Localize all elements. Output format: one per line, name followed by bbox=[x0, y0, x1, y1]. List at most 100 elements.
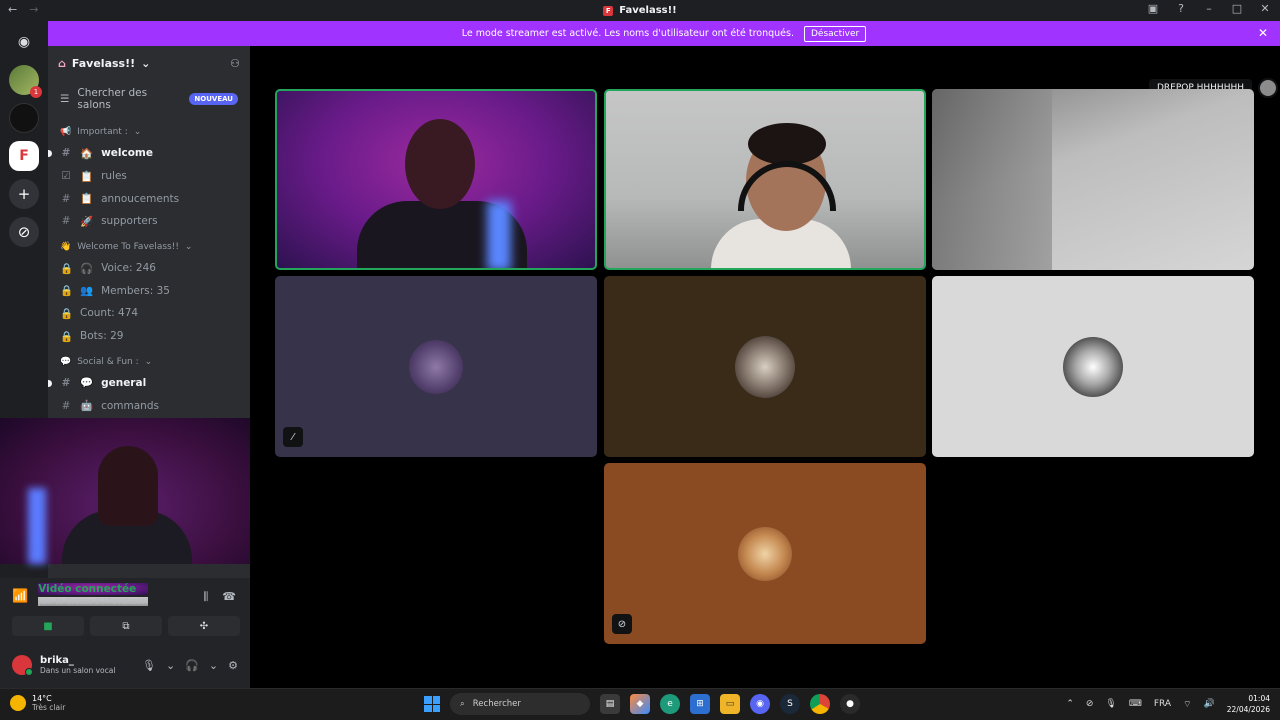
wifi-icon[interactable]: ⌔ bbox=[1183, 699, 1191, 710]
channel-category[interactable]: 💬 Social & Fun : ⌄ bbox=[48, 352, 250, 372]
search-label: Chercher des salons bbox=[77, 87, 148, 111]
channel-name: rules bbox=[101, 170, 127, 183]
category-label: Welcome To Favelass!! bbox=[77, 241, 179, 252]
server-header[interactable]: ⌂ Favelass!! ⌄ ⚇ bbox=[48, 46, 250, 80]
person-head bbox=[405, 119, 475, 209]
channel-item[interactable]: # 💬 general bbox=[48, 372, 250, 395]
forward-arrow-icon[interactable]: → bbox=[29, 3, 38, 16]
banner-message: Le mode streamer est activé. Les noms d'… bbox=[461, 28, 794, 39]
channel-name: commands bbox=[101, 399, 159, 412]
discord-home-icon[interactable]: ◉ bbox=[9, 27, 39, 57]
user-status: Dans un salon vocal bbox=[40, 666, 116, 675]
file-explorer-icon[interactable]: ▭ bbox=[720, 694, 740, 714]
voice-channel-name[interactable]: Join to Create 2 / Favelass!! bbox=[38, 597, 149, 606]
microphone-icon[interactable]: 🎙 bbox=[142, 659, 156, 672]
channel-item[interactable]: # 📋 annoucements bbox=[48, 187, 250, 210]
maximize-icon[interactable]: □ bbox=[1230, 2, 1244, 15]
back-arrow-icon[interactable]: ← bbox=[8, 3, 17, 16]
microphone-icon[interactable]: 🎙 bbox=[1105, 699, 1116, 709]
channel-name: annoucements bbox=[101, 192, 180, 205]
headphones-icon[interactable]: 🎧 bbox=[185, 659, 199, 672]
close-icon[interactable]: ✕ bbox=[1258, 2, 1272, 15]
disable-streamer-button[interactable]: Désactiver bbox=[803, 25, 867, 42]
video-tile[interactable] bbox=[604, 89, 926, 270]
channel-item[interactable]: # 🤖 commands bbox=[48, 394, 250, 417]
video-tile[interactable]: ⊘ bbox=[604, 463, 926, 644]
video-tile[interactable] bbox=[932, 89, 1254, 270]
hash-icon: # bbox=[61, 215, 71, 228]
lock-icon: 🔒 bbox=[60, 262, 74, 275]
video-tile[interactable]: ⁄ bbox=[275, 276, 597, 457]
channel-item[interactable]: ☑ 📋 rules bbox=[48, 165, 250, 188]
category-emoji: 💬 bbox=[60, 356, 72, 367]
screen-share-button[interactable]: ⧉ bbox=[90, 616, 162, 636]
keyboard-icon[interactable]: ⌨ bbox=[1129, 699, 1142, 709]
channel-item[interactable]: # 🚀 supporters bbox=[48, 210, 250, 233]
server-icon-active[interactable]: F bbox=[9, 141, 39, 171]
clock-date: 22/04/2026 bbox=[1226, 705, 1270, 714]
close-icon[interactable]: ✕ bbox=[1258, 26, 1268, 40]
avatar[interactable] bbox=[12, 655, 33, 676]
channel-item[interactable]: 🔒 🎧 Voice: 246 bbox=[48, 257, 250, 280]
network-icon[interactable]: ⊘ bbox=[1086, 699, 1094, 709]
chevron-down-icon: ⌄ bbox=[133, 127, 142, 137]
channel-emoji: 📋 bbox=[80, 193, 94, 206]
video-tile[interactable] bbox=[275, 89, 597, 270]
discord-icon[interactable]: ◉ bbox=[750, 694, 770, 714]
channel-item[interactable]: 🔒 Count: 474 bbox=[48, 302, 250, 325]
steam-icon[interactable]: S bbox=[780, 694, 800, 714]
server-icon[interactable]: 1 bbox=[9, 65, 42, 98]
chevron-down-icon[interactable]: ⌄ bbox=[209, 659, 218, 672]
lock-icon: 🔒 bbox=[60, 330, 74, 343]
taskbar-apps: ⌕ Rechercher ▤ ◆ e ⊞ ▭ ◉ S ● bbox=[424, 693, 860, 715]
server-icon[interactable] bbox=[9, 103, 39, 133]
channel-emoji: 👥 bbox=[80, 285, 94, 298]
settings-gear-icon[interactable]: ⚙ bbox=[228, 659, 238, 672]
window-title-text: Favelass!! bbox=[619, 5, 677, 16]
video-tile[interactable] bbox=[932, 276, 1254, 457]
copilot-icon[interactable]: ◆ bbox=[630, 694, 650, 714]
invite-people-icon[interactable]: ⚇ bbox=[230, 57, 240, 70]
channel-category[interactable]: 📢 Important : ⌄ bbox=[48, 122, 250, 142]
channel-emoji: 🏠 bbox=[80, 147, 94, 160]
channel-search[interactable]: ☰ Chercher des salons NOUVEAU bbox=[48, 80, 250, 118]
help-icon[interactable]: ? bbox=[1174, 2, 1188, 15]
chevron-down-icon[interactable]: ⌄ bbox=[166, 659, 175, 672]
channel-list: 📢 Important : ⌄ # 🏠 welcome ☑ 📋 rules # 📋 annouceme… bbox=[48, 122, 250, 417]
category-label: Important : bbox=[77, 127, 128, 137]
hash-icon: # bbox=[61, 399, 71, 412]
language-indicator[interactable]: FRA bbox=[1154, 699, 1171, 709]
noise-suppression-icon[interactable]: ⫼ bbox=[203, 590, 208, 604]
avatar bbox=[409, 339, 463, 394]
channel-category[interactable]: 👋 Welcome To Favelass!! ⌄ bbox=[48, 237, 250, 257]
channel-item[interactable]: 🔒 Bots: 29 bbox=[48, 325, 250, 348]
chevron-down-icon: ⌄ bbox=[141, 56, 151, 70]
camera-button[interactable]: ■ bbox=[12, 616, 84, 636]
task-view-icon[interactable]: ▤ bbox=[600, 694, 620, 714]
windows-start-icon[interactable] bbox=[424, 696, 440, 712]
self-video-preview[interactable] bbox=[0, 418, 256, 564]
channel-item[interactable]: # 🏠 welcome bbox=[48, 142, 250, 165]
channel-item[interactable]: 🔒 👥 Members: 35 bbox=[48, 279, 250, 302]
chevron-up-icon[interactable]: ⌃ bbox=[1066, 699, 1074, 709]
chrome-icon[interactable] bbox=[810, 694, 830, 714]
inbox-icon[interactable]: ▣ bbox=[1146, 2, 1160, 15]
speaker-icon[interactable]: 🔊 bbox=[1204, 699, 1215, 709]
explore-icon[interactable]: ⊘ bbox=[9, 217, 39, 247]
voice-status-text[interactable]: Vidéo connectée bbox=[38, 583, 149, 595]
add-server-icon[interactable]: + bbox=[9, 179, 39, 209]
search-icon: ⌕ bbox=[460, 699, 465, 709]
minimize-icon[interactable]: – bbox=[1202, 2, 1216, 15]
store-icon[interactable]: ⊞ bbox=[690, 694, 710, 714]
video-tile[interactable] bbox=[604, 276, 926, 457]
weather-widget[interactable]: 14°C Très clair bbox=[10, 694, 65, 712]
app-icon[interactable]: ● bbox=[840, 694, 860, 714]
taskbar-search[interactable]: ⌕ Rechercher bbox=[450, 693, 590, 715]
disconnect-icon[interactable]: ☎ bbox=[222, 590, 236, 604]
edge-icon[interactable]: e bbox=[660, 694, 680, 714]
activities-button[interactable]: ✣ bbox=[168, 616, 240, 636]
new-badge: NOUVEAU bbox=[189, 93, 238, 105]
browse-channels-icon: ☰ bbox=[60, 93, 70, 105]
clock[interactable]: 01:04 22/04/2026 bbox=[1227, 693, 1270, 715]
username: brika_ bbox=[40, 655, 74, 666]
